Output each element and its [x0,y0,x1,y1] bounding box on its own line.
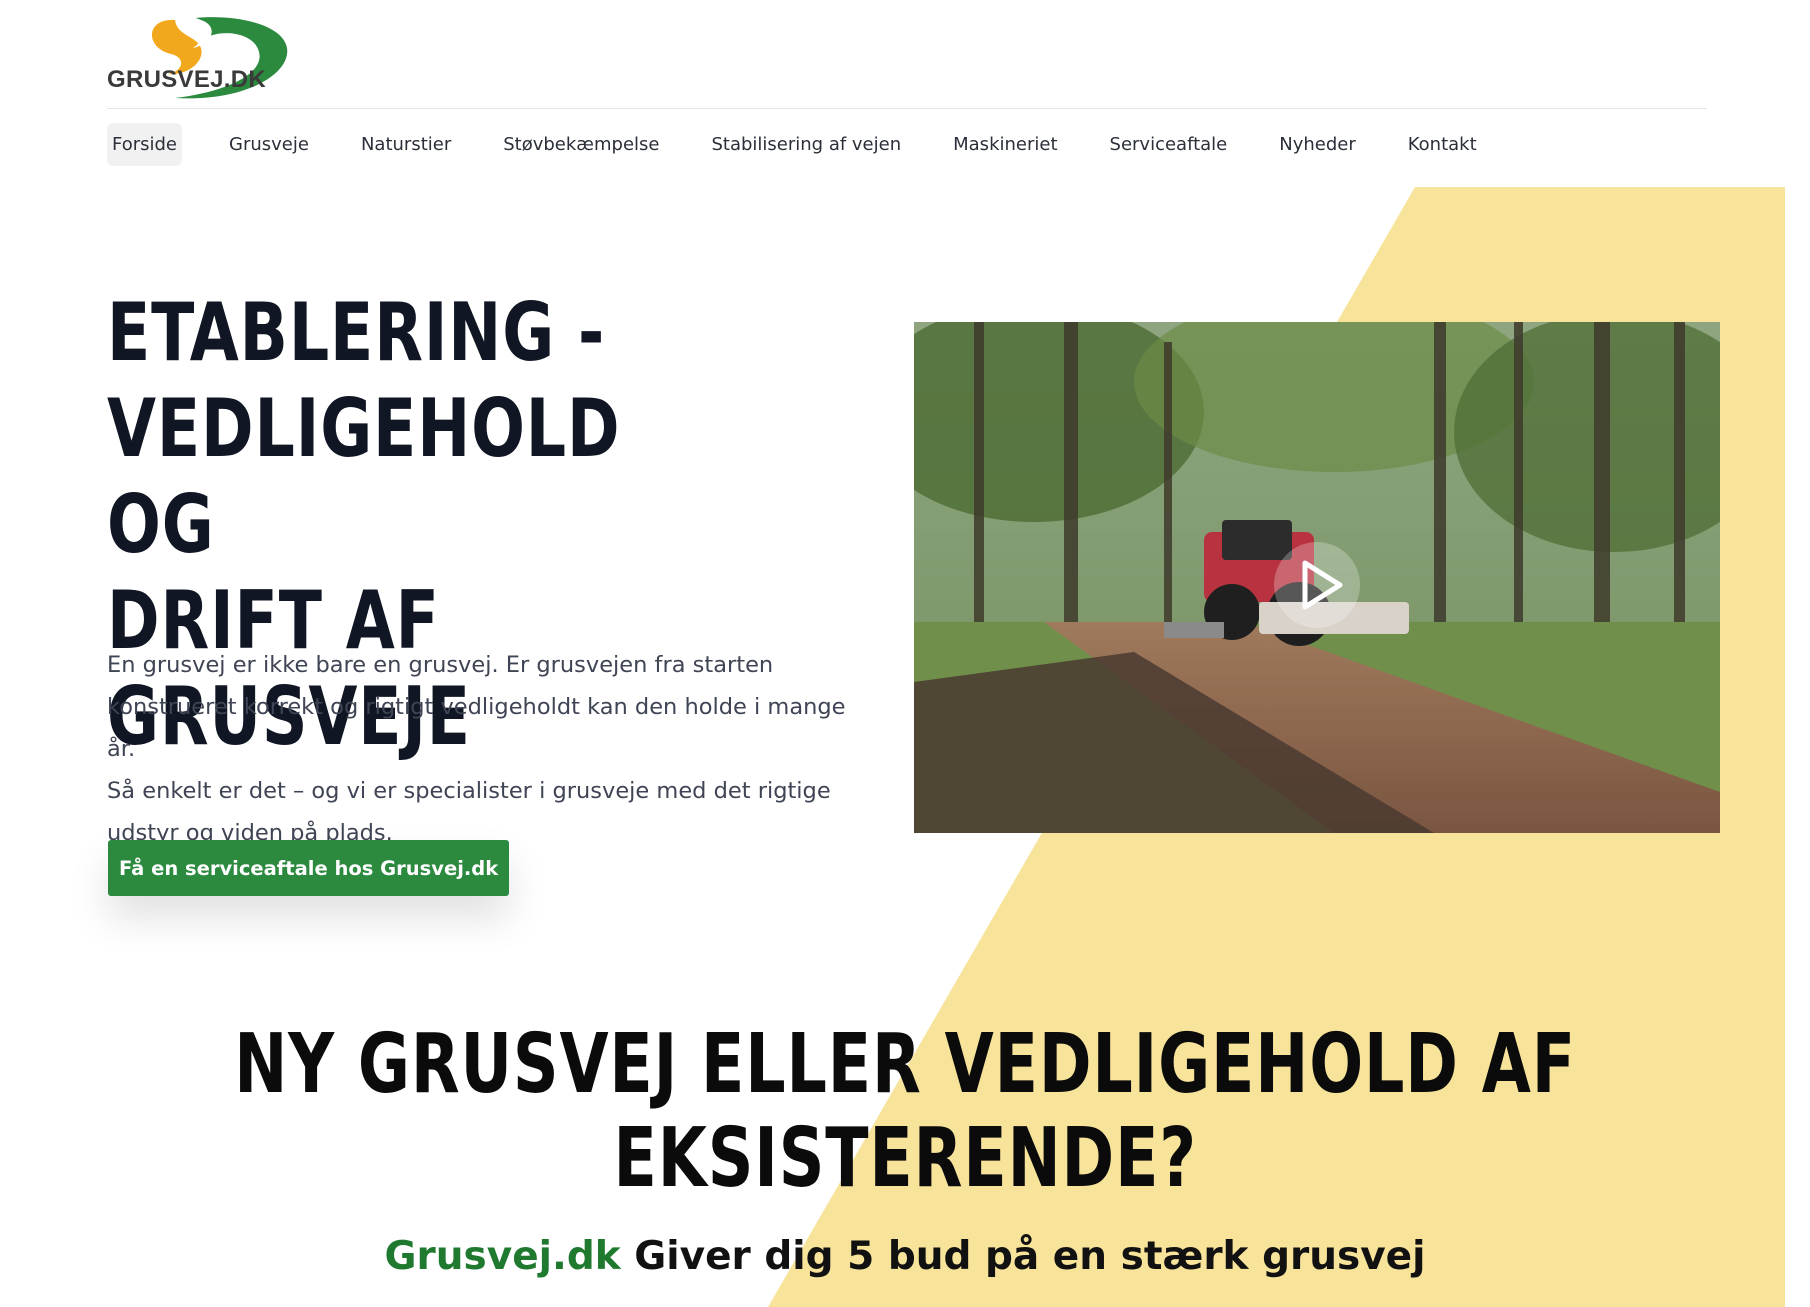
hero-video[interactable] [914,322,1720,833]
main-nav: Forside Grusveje Naturstier Støvbekæmpel… [107,121,1524,167]
site-header: GRUSVEJ.DK Forside Grusveje Naturstier S… [0,0,1810,187]
section-title-line: EKSISTERENDE? [613,1111,1197,1206]
play-icon [1274,542,1360,628]
video-thumbnail [914,322,1720,833]
hero-title-line: VEDLIGEHOLD OG [107,382,621,571]
nav-item-stovbekaempelse[interactable]: Støvbekæmpelse [498,123,664,166]
tagline: Giver dig 5 bud på en stærk grusvej [620,1234,1426,1279]
nav-item-nyheder[interactable]: Nyheder [1274,123,1361,166]
nav-item-kontakt[interactable]: Kontakt [1403,123,1482,166]
hero-title-line: ETABLERING - [107,286,606,379]
hero-text-line: Så enkelt er det – og vi er specialister… [107,778,831,804]
hero-description: En grusvej er ikke bare en grusvej. Er g… [107,644,877,854]
nav-item-maskineriet[interactable]: Maskineriet [948,123,1062,166]
brand-highlight: Grusvej.dk [384,1234,621,1279]
serviceaftale-cta-button[interactable]: Få en serviceaftale hos Grusvej.dk [108,840,510,896]
section-title-line: NY GRUSVEJ ELLER VEDLIGEHOLD AF [234,1017,1576,1112]
nav-item-stabilisering[interactable]: Stabilisering af vejen [706,123,906,166]
hero-text-line: konstrueret korrekt og rigtigt vedligeho… [107,694,846,762]
logo-text: GRUSVEJ.DK [107,66,267,93]
hero-text-line: En grusvej er ikke bare en grusvej. Er g… [107,652,774,678]
site-logo[interactable]: GRUSVEJ.DK [105,14,293,102]
nav-item-serviceaftale[interactable]: Serviceaftale [1105,123,1233,166]
section-subline: Grusvej.dk Giver dig 5 bud på en stærk g… [0,1234,1810,1279]
nav-item-naturstier[interactable]: Naturstier [356,123,456,166]
nav-item-grusveje[interactable]: Grusveje [224,123,314,166]
nav-item-forside[interactable]: Forside [107,122,183,166]
section-title: NY GRUSVEJ ELLER VEDLIGEHOLD AF EKSISTER… [0,1018,1810,1206]
header-divider [107,108,1707,109]
